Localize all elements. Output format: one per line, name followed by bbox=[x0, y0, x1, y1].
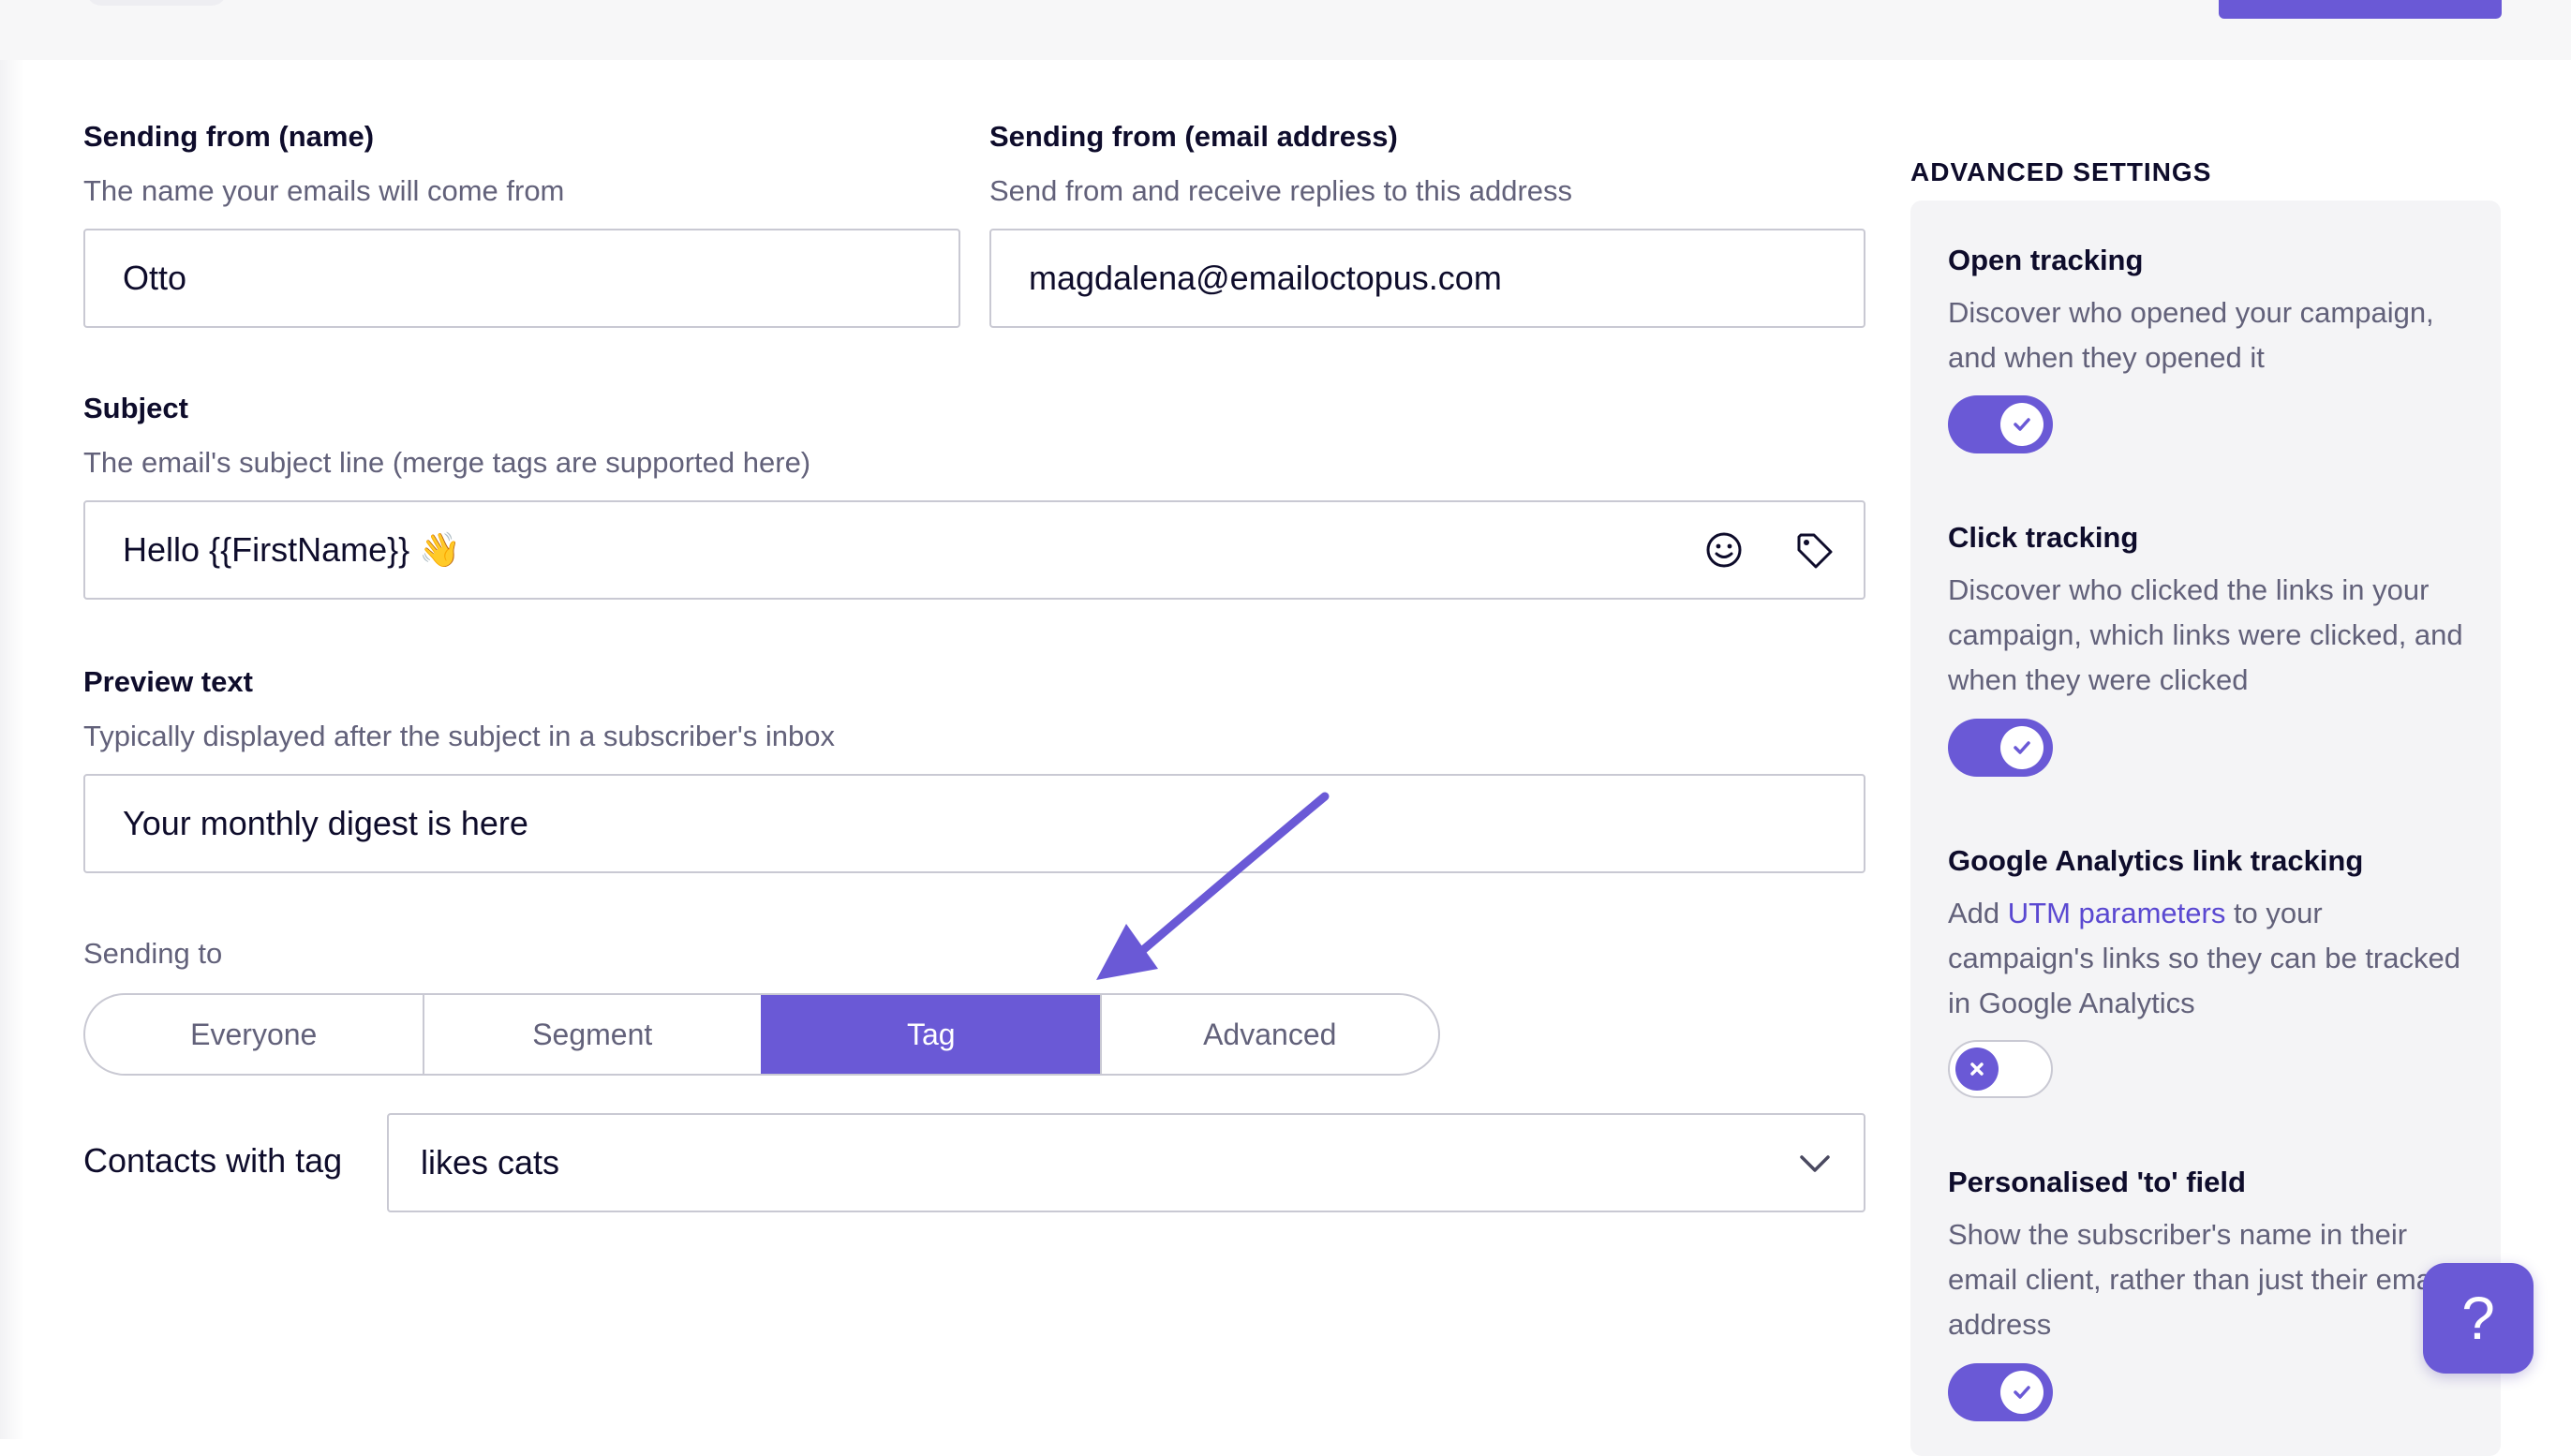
segment-option-segment[interactable]: Segment bbox=[422, 995, 762, 1074]
subject-title: Subject bbox=[83, 392, 188, 424]
click-tracking-title: Click tracking bbox=[1948, 521, 2139, 554]
segment-option-tag[interactable]: Tag bbox=[761, 995, 1100, 1074]
preview-title: Preview text bbox=[83, 665, 253, 698]
from-email-input[interactable]: magdalena@emailoctopus.com bbox=[989, 229, 1865, 328]
check-icon bbox=[2000, 1371, 2043, 1414]
top-bar bbox=[0, 0, 2571, 60]
open-tracking-toggle[interactable] bbox=[1948, 395, 2053, 453]
personalised-to-desc: Show the subscriber's name in their emai… bbox=[1948, 1218, 2445, 1341]
from-email-help: Send from and receive replies to this ad… bbox=[989, 174, 1573, 207]
help-button[interactable]: ? bbox=[2423, 1263, 2534, 1374]
sending-to-segmented-control: Everyone Segment Tag Advanced bbox=[83, 993, 1440, 1076]
ga-tracking-desc: Add UTM parameters to your campaign's li… bbox=[1948, 891, 2473, 1026]
open-tracking-title: Open tracking bbox=[1948, 244, 2144, 276]
advanced-settings-heading: ADVANCED SETTINGS bbox=[1910, 157, 2212, 186]
from-email-title: Sending from (email address) bbox=[989, 120, 1398, 153]
preview-input[interactable]: Your monthly digest is here bbox=[83, 774, 1865, 873]
subject-value: Hello {{FirstName}} 👋 bbox=[123, 530, 461, 569]
chevron-down-icon[interactable] bbox=[1792, 1141, 1837, 1186]
close-icon bbox=[1955, 1047, 1999, 1091]
emoji-icon[interactable] bbox=[1702, 527, 1746, 572]
segment-option-everyone[interactable]: Everyone bbox=[85, 995, 423, 1074]
top-back-pill[interactable] bbox=[86, 0, 227, 6]
ga-tracking-toggle[interactable] bbox=[1948, 1040, 2053, 1098]
check-icon bbox=[2000, 726, 2043, 769]
preview-value: Your monthly digest is here bbox=[123, 804, 528, 842]
check-icon bbox=[2000, 403, 2043, 446]
from-name-title: Sending from (name) bbox=[83, 120, 375, 153]
click-tracking-toggle[interactable] bbox=[1948, 719, 2053, 777]
from-name-help: The name your emails will come from bbox=[83, 174, 565, 207]
left-edge-shade bbox=[0, 60, 24, 1439]
ga-desc-prefix: Add bbox=[1948, 897, 2008, 929]
help-button-label: ? bbox=[2461, 1285, 2495, 1352]
open-tracking-desc: Discover who opened your campaign, and w… bbox=[1948, 296, 2434, 374]
segment-option-advanced[interactable]: Advanced bbox=[1099, 995, 1439, 1074]
from-name-input[interactable]: Otto bbox=[83, 229, 960, 328]
tag-select-value: likes cats bbox=[421, 1143, 560, 1181]
tag-select[interactable]: likes cats bbox=[387, 1113, 1865, 1212]
top-primary-button[interactable] bbox=[2219, 0, 2502, 19]
personalised-to-title: Personalised 'to' field bbox=[1948, 1166, 2246, 1198]
sending-to-label: Sending to bbox=[83, 937, 223, 970]
subject-help: The email's subject line (merge tags are… bbox=[83, 446, 811, 479]
tag-icon[interactable] bbox=[1791, 527, 1836, 572]
click-tracking-desc: Discover who clicked the links in your c… bbox=[1948, 573, 2463, 696]
preview-help: Typically displayed after the subject in… bbox=[83, 720, 835, 752]
from-name-value: Otto bbox=[123, 259, 187, 297]
pointer-arrow-icon bbox=[1096, 792, 1330, 980]
personalised-to-toggle[interactable] bbox=[1948, 1363, 2053, 1421]
utm-parameters-link[interactable]: UTM parameters bbox=[2008, 897, 2226, 929]
ga-tracking-title: Google Analytics link tracking bbox=[1948, 844, 2364, 877]
subject-input[interactable]: Hello {{FirstName}} 👋 bbox=[83, 500, 1865, 600]
from-email-value: magdalena@emailoctopus.com bbox=[1029, 259, 1502, 297]
contacts-with-tag-label: Contacts with tag bbox=[83, 1141, 343, 1180]
